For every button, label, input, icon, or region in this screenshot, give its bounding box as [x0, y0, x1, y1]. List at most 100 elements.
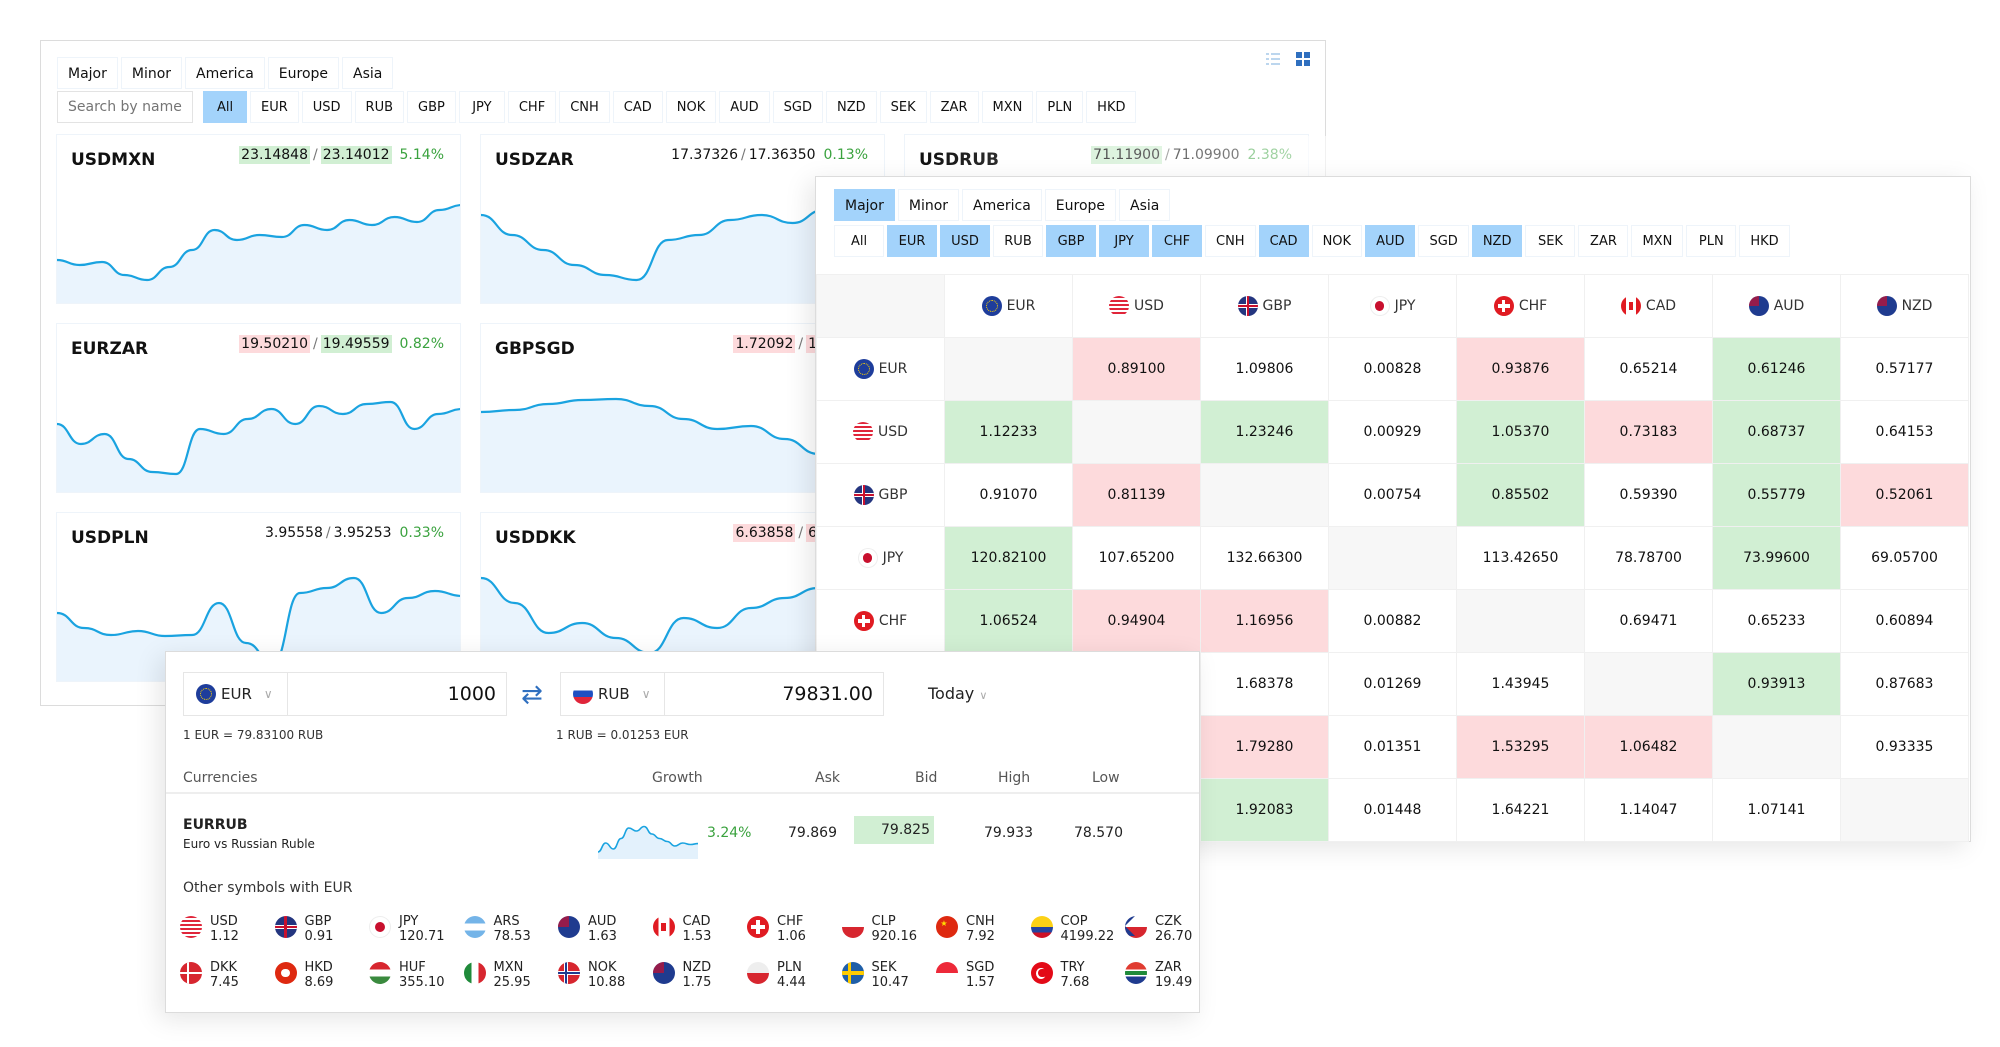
rate-cell[interactable]: 1.06524	[944, 589, 1073, 653]
matrix-filter-nok[interactable]: NOK	[1311, 225, 1363, 257]
rate-cell[interactable]: 0.65214	[1584, 337, 1713, 401]
rate-cell[interactable]: 1.79280	[1200, 715, 1329, 779]
rate-cell[interactable]: 0.60894	[1840, 589, 1969, 653]
rate-cell[interactable]: 0.00882	[1328, 589, 1457, 653]
filter-gbp[interactable]: GBP	[407, 91, 456, 123]
matrix-filter-eur[interactable]: EUR	[887, 225, 937, 257]
matrix-filter-nzd[interactable]: NZD	[1471, 225, 1523, 257]
filter-nzd[interactable]: NZD	[826, 91, 877, 123]
filter-cnh[interactable]: CNH	[559, 91, 610, 123]
rate-cell[interactable]: 1.92083	[1200, 778, 1329, 842]
other-symbol-nzd[interactable]: NZD 1.75	[652, 960, 743, 990]
quote-card[interactable]: EURZAR 19.50210/19.49559 0.82%	[56, 323, 461, 493]
filter-mxn[interactable]: MXN	[981, 91, 1034, 123]
tab-america[interactable]: America	[185, 57, 265, 89]
to-amount-input[interactable]: 79831.00	[664, 672, 884, 716]
rate-cell[interactable]: 1.43945	[1456, 652, 1585, 716]
rate-cell[interactable]: 0.00929	[1328, 400, 1457, 464]
from-currency-select[interactable]: EUR ∨	[183, 672, 288, 716]
other-symbol-hkd[interactable]: HKD 8.69	[274, 960, 365, 990]
grid-view-icon[interactable]	[1295, 51, 1311, 67]
row-header-jpy[interactable]: JPY	[816, 526, 945, 590]
rate-cell[interactable]: 0.59390	[1584, 463, 1713, 527]
other-symbol-jpy[interactable]: JPY 120.71	[369, 914, 459, 944]
row-header-chf[interactable]: CHF	[816, 589, 945, 653]
other-symbol-clp[interactable]: CLP 920.16	[841, 914, 932, 944]
tab-minor[interactable]: Minor	[120, 57, 183, 89]
filter-sgd[interactable]: SGD	[772, 91, 824, 123]
rate-cell[interactable]: 1.23246	[1200, 400, 1329, 464]
rate-cell[interactable]	[1840, 778, 1969, 842]
column-header-usd[interactable]: USD	[1072, 274, 1201, 338]
filter-jpy[interactable]: JPY	[458, 91, 505, 123]
filter-cad[interactable]: CAD	[612, 91, 663, 123]
other-symbol-aud[interactable]: AUD 1.63	[558, 914, 648, 944]
rate-cell[interactable]: 1.06482	[1584, 715, 1713, 779]
rate-cell[interactable]: 1.12233	[944, 400, 1073, 464]
rate-cell[interactable]: 0.94904	[1072, 589, 1201, 653]
rate-cell[interactable]	[1200, 463, 1329, 527]
filter-rub[interactable]: RUB	[354, 91, 405, 123]
other-symbol-czk[interactable]: CZK 26.70	[1125, 914, 1215, 944]
period-select[interactable]: Today ∨	[928, 684, 987, 703]
tab-europe[interactable]: Europe	[267, 57, 340, 89]
rate-cell[interactable]: 1.64221	[1456, 778, 1585, 842]
rate-cell[interactable]	[1456, 589, 1585, 653]
rate-cell[interactable]: 0.01351	[1328, 715, 1457, 779]
matrix-filter-all[interactable]: All	[834, 225, 884, 257]
filter-eur[interactable]: EUR	[250, 91, 299, 123]
rate-cell[interactable]: 0.68737	[1712, 400, 1841, 464]
matrix-filter-cnh[interactable]: CNH	[1205, 225, 1256, 257]
matrix-filter-aud[interactable]: AUD	[1365, 225, 1416, 257]
filter-sek[interactable]: SEK	[879, 91, 927, 123]
rate-cell[interactable]: 107.65200	[1072, 526, 1201, 590]
rate-cell[interactable]: 0.65233	[1712, 589, 1841, 653]
rate-cell[interactable]: 0.93335	[1840, 715, 1969, 779]
other-symbol-huf[interactable]: HUF 355.10	[369, 960, 459, 990]
matrix-filter-usd[interactable]: USD	[940, 225, 990, 257]
column-header-chf[interactable]: CHF	[1456, 274, 1585, 338]
other-symbol-sgd[interactable]: SGD 1.57	[936, 960, 1026, 990]
rate-cell[interactable]: 1.16956	[1200, 589, 1329, 653]
matrix-filter-rub[interactable]: RUB	[993, 225, 1043, 257]
rate-cell[interactable]: 1.05370	[1456, 400, 1585, 464]
matrix-filter-sgd[interactable]: SGD	[1418, 225, 1469, 257]
matrix-tab-major[interactable]: Major	[834, 189, 895, 221]
matrix-filter-hkd[interactable]: HKD	[1739, 225, 1790, 257]
matrix-tab-asia[interactable]: Asia	[1119, 189, 1171, 221]
filter-aud[interactable]: AUD	[719, 91, 770, 123]
tab-major[interactable]: Major	[57, 57, 118, 89]
rate-cell[interactable]: 1.09806	[1200, 337, 1329, 401]
matrix-tab-europe[interactable]: Europe	[1044, 189, 1117, 221]
rate-cell[interactable]: 0.87683	[1840, 652, 1969, 716]
matrix-tab-minor[interactable]: Minor	[897, 189, 960, 221]
row-header-eur[interactable]: EUR	[816, 337, 945, 401]
rate-cell[interactable]: 113.42650	[1456, 526, 1585, 590]
rate-cell[interactable]: 1.68378	[1200, 652, 1329, 716]
rate-cell[interactable]	[1712, 715, 1841, 779]
filter-nok[interactable]: NOK	[665, 91, 717, 123]
other-symbol-mxn[interactable]: MXN 25.95	[463, 960, 554, 990]
rate-cell[interactable]: 0.73183	[1584, 400, 1713, 464]
rate-cell[interactable]: 0.89100	[1072, 337, 1201, 401]
filter-zar[interactable]: ZAR	[929, 91, 979, 123]
rate-cell[interactable]: 0.91070	[944, 463, 1073, 527]
matrix-filter-sek[interactable]: SEK	[1525, 225, 1576, 257]
rate-cell[interactable]: 0.69471	[1584, 589, 1713, 653]
rate-cell[interactable]: 132.66300	[1200, 526, 1329, 590]
rate-cell[interactable]: 0.52061	[1840, 463, 1969, 527]
from-amount-input[interactable]: 1000	[287, 672, 507, 716]
other-symbol-zar[interactable]: ZAR 19.49	[1125, 960, 1215, 990]
tab-asia[interactable]: Asia	[342, 57, 394, 89]
rate-cell[interactable]: 69.05700	[1840, 526, 1969, 590]
rate-cell[interactable]: 0.64153	[1840, 400, 1969, 464]
matrix-filter-jpy[interactable]: JPY	[1099, 225, 1149, 257]
pair-row[interactable]: EURRUB Euro vs Russian Ruble 3.24% 79.86…	[166, 797, 1199, 872]
other-symbol-try[interactable]: TRY 7.68	[1030, 960, 1121, 990]
rate-cell[interactable]: 0.81139	[1072, 463, 1201, 527]
rate-cell[interactable]	[1072, 400, 1201, 464]
rate-cell[interactable]: 0.61246	[1712, 337, 1841, 401]
other-symbol-cop[interactable]: COP 4199.22	[1030, 914, 1121, 944]
rate-cell[interactable]: 0.01448	[1328, 778, 1457, 842]
filter-pln[interactable]: PLN	[1036, 91, 1084, 123]
